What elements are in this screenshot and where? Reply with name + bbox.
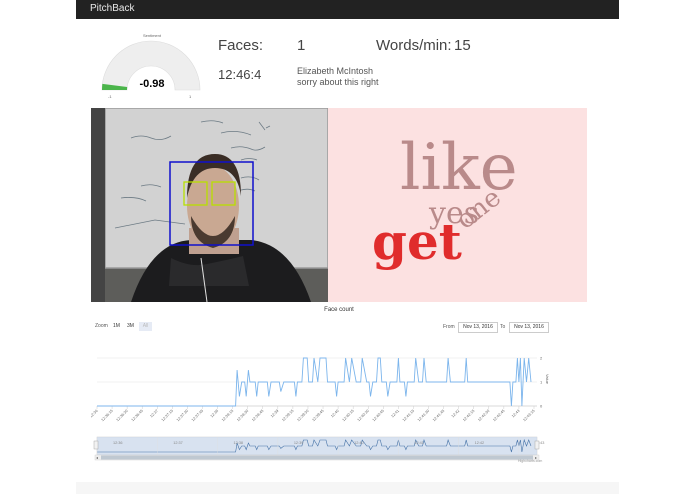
transcript-text: sorry about this right bbox=[297, 77, 379, 87]
from-label: From bbox=[443, 324, 455, 330]
x-tick-label: 12:40:45 bbox=[372, 409, 385, 422]
word-cloud-word: get bbox=[372, 212, 462, 271]
x-tick-label: 12:43 bbox=[511, 409, 521, 419]
x-tick-label: 12:37 bbox=[149, 409, 159, 419]
zoom-all-button[interactable]: All bbox=[139, 322, 152, 331]
x-tick-label: 12:41:15 bbox=[402, 409, 415, 422]
zoom-3m-button[interactable]: 3M bbox=[125, 322, 136, 331]
x-tick-label: 12:39:30 bbox=[296, 409, 309, 422]
faces-label: Faces: bbox=[218, 37, 264, 54]
navigator-tick-label: 12:38 bbox=[234, 441, 244, 445]
navigator-tick-label: 12:37 bbox=[173, 441, 183, 445]
app-title[interactable]: PitchBack bbox=[90, 3, 134, 14]
to-date-input[interactable]: Nov 13, 2016 bbox=[509, 322, 549, 333]
faces-value: 1 bbox=[297, 37, 306, 54]
x-tick-label: 12:41 bbox=[391, 409, 401, 419]
x-tick-label: 12:36 bbox=[91, 409, 99, 419]
x-tick-label: 12:42:45 bbox=[492, 409, 505, 422]
webcam-feed bbox=[91, 108, 328, 302]
navigator-scrollbar-thumb[interactable] bbox=[101, 455, 533, 460]
navigator-tick-label: 12:40 bbox=[354, 441, 364, 445]
x-tick-label: 12:37:45 bbox=[191, 409, 204, 422]
word-cloud: like yes one get bbox=[328, 108, 587, 302]
x-tick-label: 12:36:30 bbox=[116, 409, 129, 422]
x-tick-label: 12:40 bbox=[330, 409, 340, 419]
top-navbar: PitchBack bbox=[76, 0, 619, 19]
x-tick-label: 12:40:30 bbox=[357, 409, 370, 422]
to-label: To bbox=[500, 324, 506, 330]
x-tick-label: 12:38:15 bbox=[221, 409, 234, 422]
zoom-1m-button[interactable]: 1M bbox=[111, 322, 122, 331]
wpm-label: Words/min: bbox=[376, 37, 452, 54]
x-tick-label: 12:41:30 bbox=[417, 409, 430, 422]
page-footer bbox=[76, 482, 619, 494]
navigator-tick-label: 12:36 bbox=[113, 441, 123, 445]
x-tick-label: 12:37:30 bbox=[176, 409, 189, 422]
x-tick-label: 12:38 bbox=[210, 409, 220, 419]
x-tick-label: 12:42 bbox=[451, 409, 461, 419]
x-tick-label: 12:38:45 bbox=[251, 409, 264, 422]
zoom-label: Zoom bbox=[95, 323, 108, 329]
chart-credit[interactable]: Highcharts.com bbox=[518, 459, 542, 463]
webcam-image bbox=[91, 108, 328, 302]
gauge-max-label: 1 bbox=[189, 94, 192, 99]
x-tick-label: 12:39 bbox=[270, 409, 280, 419]
x-tick-label: 12:43:15 bbox=[522, 409, 535, 422]
y-axis-label: Value bbox=[545, 374, 550, 385]
x-tick-label: 12:39:15 bbox=[281, 409, 294, 422]
sentiment-value: -0.98 bbox=[139, 78, 165, 90]
x-tick-label: 12:39:45 bbox=[311, 409, 324, 422]
face-count-chart: 12:36 12:36:15 12:36:30 12:36:45 12:37 12:37:… bbox=[91, 356, 550, 461]
x-tick-label: 12:42:15 bbox=[462, 409, 475, 422]
navigator-left-handle[interactable] bbox=[93, 440, 99, 450]
x-tick-label: 12:36:45 bbox=[131, 409, 144, 422]
wpm-value: 15 bbox=[454, 37, 471, 54]
x-tick-label: 12:36:15 bbox=[100, 409, 113, 422]
gauge-min-label: -1 bbox=[108, 94, 112, 99]
x-tick-label: 12:41:45 bbox=[432, 409, 445, 422]
x-tick-label: 12:42:30 bbox=[477, 409, 490, 422]
y-tick-label: 1 bbox=[540, 380, 543, 385]
y-tick-label: 0 bbox=[540, 404, 543, 409]
scroll-left-arrow-icon[interactable]: ◂ bbox=[96, 455, 98, 460]
x-tick-label: 12:40:15 bbox=[342, 409, 355, 422]
navigator-tick-label: 12:41 bbox=[414, 441, 424, 445]
navigator-tick-label: 12:39 bbox=[294, 441, 304, 445]
from-date-input[interactable]: Nov 13, 2016 bbox=[458, 322, 498, 333]
navigator-tick-label: 12:42 bbox=[475, 441, 485, 445]
x-tick-label: 12:38:30 bbox=[236, 409, 249, 422]
word-cloud-word: like bbox=[400, 131, 518, 205]
chart-title: Face count bbox=[324, 307, 354, 313]
y-tick-label: 2 bbox=[540, 356, 543, 361]
navigator-right-handle[interactable] bbox=[534, 440, 540, 450]
x-tick-label: 12:37:15 bbox=[161, 409, 174, 422]
speaker-name: Elizabeth McIntosh bbox=[297, 66, 374, 76]
current-time: 12:46:4 bbox=[218, 67, 262, 82]
